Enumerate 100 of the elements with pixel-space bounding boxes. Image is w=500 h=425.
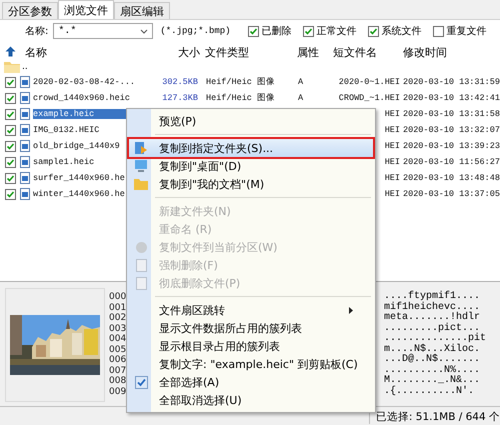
hex-offset: 001 — [109, 302, 126, 313]
short-file-name: HEI — [384, 173, 401, 183]
folder-icon — [4, 61, 20, 73]
short-file-name: HEI — [384, 141, 401, 151]
column-header[interactable]: 修改时间 — [403, 45, 447, 60]
monitor-icon — [134, 159, 148, 173]
image-file-icon — [20, 92, 30, 104]
parent-folder[interactable]: .. — [22, 62, 28, 72]
short-file-name: CROWD_~1.HEI — [338, 93, 401, 103]
image-file-icon — [20, 156, 30, 168]
modified-time: 2020-03-10 13:31:59 — [403, 77, 500, 87]
checkbox[interactable] — [5, 172, 16, 184]
checkbox[interactable] — [5, 140, 16, 152]
file-type: Heif/Heic 图像 — [205, 76, 276, 88]
file-size: 127.3KB — [161, 93, 198, 103]
checkbox-label: 已删除 — [262, 25, 292, 38]
checkbox-label: 正常文件 — [316, 24, 357, 38]
checkbox[interactable] — [5, 124, 16, 136]
dropdown-caret-icon[interactable] — [140, 28, 148, 34]
tab[interactable]: 分区参数 — [2, 2, 58, 19]
name-label: 名称: — [25, 25, 48, 38]
tab[interactable]: 扇区编辑 — [114, 2, 170, 19]
sort-up-icon[interactable] — [5, 46, 16, 56]
ascii-line: m....N$...Xiloc. — [384, 344, 482, 354]
checkbox-icon — [134, 376, 148, 388]
disc-icon — [134, 240, 148, 254]
hex-offset: 005 — [109, 344, 126, 355]
checkbox[interactable] — [5, 92, 16, 104]
image-file-icon — [20, 172, 30, 184]
checkbox[interactable] — [5, 76, 16, 88]
tab[interactable]: 浏览文件 — [58, 0, 114, 19]
image-file-icon — [20, 140, 30, 152]
menu-item[interactable]: 文件扇区跳转 — [129, 301, 373, 319]
checkbox[interactable] — [5, 188, 16, 200]
file-name: 2020-02-03-08-42-... — [33, 77, 131, 87]
modified-time: 2020-03-10 13:31:58 — [403, 109, 500, 119]
ascii-line: ..........N%.... — [384, 366, 482, 376]
checkbox[interactable] — [302, 26, 314, 36]
checkbox[interactable] — [432, 26, 444, 36]
image-file-icon — [20, 76, 30, 88]
file-name: sample1.heic — [33, 157, 96, 167]
hex-offset: 003 — [109, 324, 126, 334]
file-attribute: A — [298, 77, 304, 87]
menu-item[interactable]: 预览(P) — [129, 112, 373, 130]
modified-time: 2020-03-10 11:56:27 — [403, 157, 500, 167]
hex-offset: 007 — [109, 366, 126, 376]
short-file-name: 2020-0~1.HEI — [338, 77, 401, 87]
modified-time: 2020-03-10 13:37:05 — [403, 189, 500, 199]
menu-item[interactable]: 复制到"我的文档"(M) — [129, 175, 373, 193]
document-icon — [136, 276, 146, 290]
ascii-line: .{..........N'. — [384, 386, 476, 397]
column-header[interactable]: 大小 — [178, 45, 200, 60]
modified-time: 2020-03-10 13:48:48 — [403, 173, 500, 183]
checkbox[interactable] — [5, 156, 16, 168]
menu-item[interactable]: 显示文件数据所占用的簇列表 — [129, 319, 373, 337]
ascii-line: meta.......!hdlr — [384, 313, 482, 323]
hex-offset: 006 — [109, 355, 126, 366]
short-file-name: HEI — [384, 109, 401, 119]
file-name: crowd_1440x960.heic — [33, 93, 131, 103]
menu-item[interactable]: 复制到"桌面"(D) — [129, 157, 373, 175]
short-file-name: HEI — [384, 189, 401, 199]
menu-item[interactable]: 显示根目录占用的簇列表 — [129, 337, 373, 355]
checkbox-label: 重复文件 — [446, 24, 487, 38]
filter-hint: (*.jpg;*.bmp) — [160, 26, 231, 36]
file-name: surfer_1440x960.he — [33, 173, 126, 183]
hex-offset: 004 — [109, 334, 126, 344]
hex-offset: 000 — [109, 292, 126, 302]
column-header[interactable]: 名称 — [25, 45, 47, 60]
column-header[interactable]: 属性 — [297, 45, 319, 60]
file-copy-icon — [134, 141, 148, 155]
checkbox-label: 系统文件 — [382, 24, 422, 38]
file-name: winter_1440x960.he — [33, 189, 126, 199]
file-size: 302.5KB — [161, 77, 198, 87]
ascii-line: ....ftypmif1.... — [384, 292, 482, 302]
menu-item[interactable]: 全部选择(A) — [129, 373, 373, 391]
checkbox[interactable] — [368, 26, 379, 36]
file-attribute: A — [298, 93, 304, 103]
short-file-name: HEI — [384, 157, 401, 167]
hex-offset: 009 — [109, 386, 126, 397]
modified-time: 2020-03-10 13:39:23 — [403, 141, 500, 151]
menu-item[interactable]: 复制到指定文件夹(S)... — [129, 139, 373, 157]
ascii-line: .........pict... — [384, 324, 480, 334]
file-name: old_bridge_1440x9 — [33, 141, 121, 151]
checkbox[interactable] — [248, 26, 259, 36]
ascii-line: ..............pit — [384, 334, 486, 344]
menu-item[interactable]: 复制文字: "example.heic" 到剪贴板(C) — [129, 355, 373, 373]
column-header[interactable]: 短文件名 — [333, 45, 377, 60]
modified-time: 2020-03-10 13:42:41 — [403, 93, 500, 103]
ascii-line: ...D@..N$....... — [384, 355, 482, 365]
column-header[interactable]: 文件类型 — [205, 45, 249, 60]
checkbox[interactable] — [5, 108, 16, 120]
ascii-line: mif1heichevc.... — [384, 302, 482, 312]
short-file-name: HEI — [384, 125, 401, 135]
menu-item[interactable]: 全部取消选择(U) — [129, 391, 373, 409]
modified-time: 2020-03-10 13:32:07 — [403, 125, 500, 135]
image-file-icon — [20, 124, 30, 136]
hex-offset: 002 — [109, 313, 126, 324]
name-combo[interactable]: *.* — [53, 23, 154, 39]
folder-icon — [134, 178, 148, 190]
file-type: Heif/Heic 图像 — [205, 92, 276, 104]
